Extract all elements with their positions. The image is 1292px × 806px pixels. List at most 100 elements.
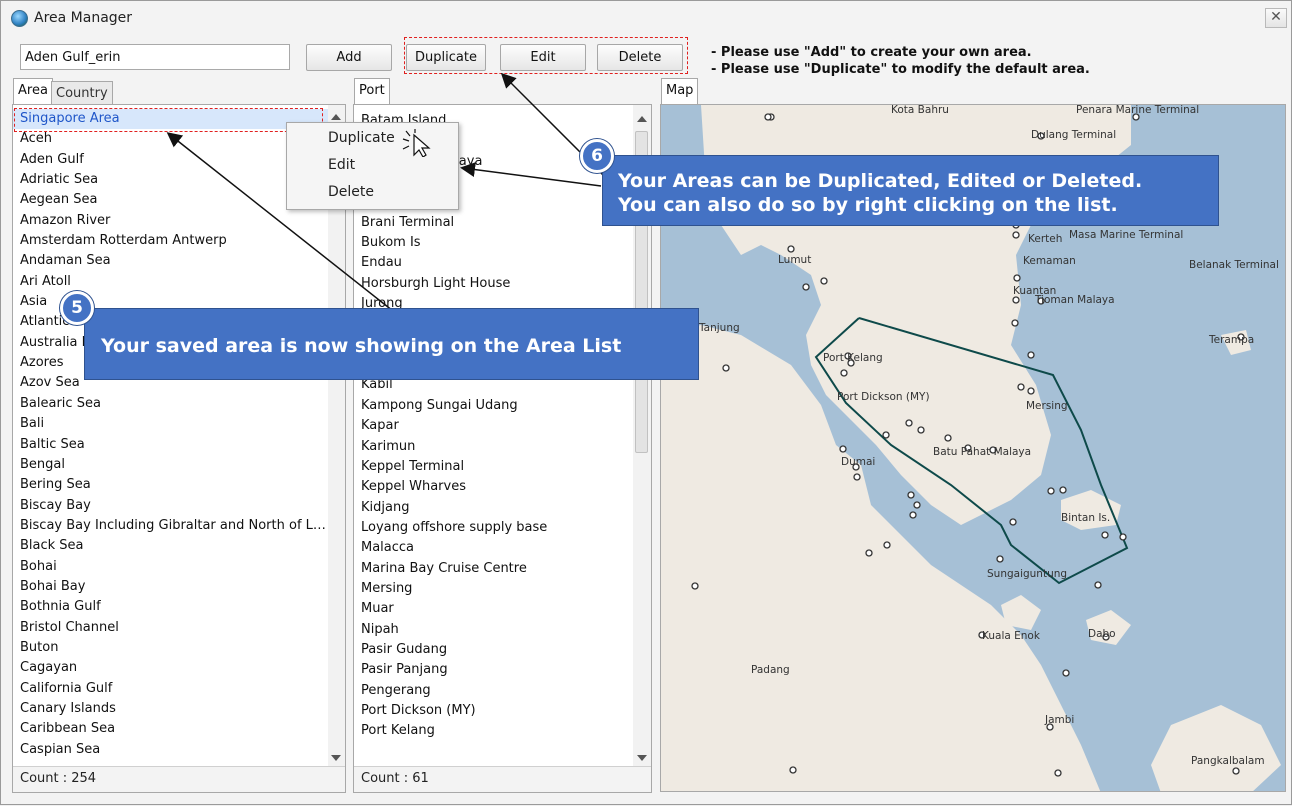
- port-marker[interactable]: [905, 419, 913, 427]
- area-list[interactable]: Singapore Area Aceh Aden Gulf Adriatic Sea A…: [13, 109, 328, 769]
- port-list-item[interactable]: Marina Bay Cruise Centre: [354, 559, 632, 579]
- context-menu-edit[interactable]: Edit: [328, 157, 355, 173]
- scroll-down-arrow-icon[interactable]: [331, 755, 341, 761]
- port-list-item[interactable]: Karimun: [354, 437, 632, 457]
- tab-area[interactable]: Area: [13, 78, 53, 105]
- area-list-item[interactable]: Black Sea: [13, 536, 328, 556]
- area-list-item[interactable]: Bohai Bay: [13, 577, 328, 597]
- area-list-item[interactable]: Canary Islands: [13, 699, 328, 719]
- area-list-item[interactable]: Biscay Bay Including Gibraltar and North…: [13, 516, 328, 536]
- port-marker[interactable]: [1101, 531, 1109, 539]
- port-marker[interactable]: [913, 501, 921, 509]
- port-marker[interactable]: [1059, 486, 1067, 494]
- close-button[interactable]: ✕: [1265, 8, 1287, 28]
- area-list-item[interactable]: Bristol Channel: [13, 618, 328, 638]
- port-marker[interactable]: [1011, 319, 1019, 327]
- port-marker[interactable]: [944, 434, 952, 442]
- port-marker[interactable]: [691, 582, 699, 590]
- port-marker[interactable]: [1017, 383, 1025, 391]
- port-marker[interactable]: [722, 364, 730, 372]
- port-marker[interactable]: [1094, 581, 1102, 589]
- tab-country[interactable]: Country: [51, 81, 113, 106]
- port-marker[interactable]: [883, 541, 891, 549]
- port-list-item[interactable]: Port Kelang: [354, 721, 632, 741]
- port-marker[interactable]: [1054, 769, 1062, 777]
- port-marker[interactable]: [865, 549, 873, 557]
- port-list-item[interactable]: Muar: [354, 599, 632, 619]
- scroll-up-arrow-icon[interactable]: [637, 116, 647, 122]
- area-list-item[interactable]: Bothnia Gulf: [13, 597, 328, 617]
- port-list-item[interactable]: Kampong Sungai Udang: [354, 396, 632, 416]
- add-button[interactable]: Add: [306, 44, 392, 71]
- area-list-item[interactable]: Adriatic Sea: [13, 170, 328, 190]
- area-list-item[interactable]: Buton: [13, 638, 328, 658]
- port-list-item[interactable]: Port Dickson (MY): [354, 701, 632, 721]
- area-list-item[interactable]: Biscay Bay: [13, 496, 328, 516]
- area-list-item[interactable]: Andaman Sea: [13, 251, 328, 271]
- port-marker[interactable]: [1012, 296, 1020, 304]
- area-list-item[interactable]: Caspian Sea: [13, 740, 328, 760]
- scroll-up-arrow-icon[interactable]: [331, 114, 341, 120]
- port-marker[interactable]: [917, 426, 925, 434]
- port-marker[interactable]: [996, 555, 1004, 563]
- area-list-item[interactable]: Ari Atoll: [13, 272, 328, 292]
- area-list-item[interactable]: Balearic Sea: [13, 394, 328, 414]
- area-name-input[interactable]: [20, 44, 290, 70]
- port-list-item[interactable]: Pengerang: [354, 681, 632, 701]
- port-marker[interactable]: [853, 473, 861, 481]
- area-list-item[interactable]: Aegean Sea: [13, 190, 328, 210]
- scroll-down-arrow-icon[interactable]: [637, 755, 647, 761]
- port-list-item[interactable]: Keppel Wharves: [354, 477, 632, 497]
- port-marker[interactable]: [882, 431, 890, 439]
- port-marker[interactable]: [802, 283, 810, 291]
- port-marker[interactable]: [820, 277, 828, 285]
- context-menu-duplicate[interactable]: Duplicate: [328, 130, 395, 146]
- tab-map[interactable]: Map: [661, 78, 699, 105]
- port-marker[interactable]: [839, 445, 847, 453]
- area-list-item[interactable]: Bering Sea: [13, 475, 328, 495]
- port-list-item[interactable]: Horsburgh Light House: [354, 274, 632, 294]
- port-marker[interactable]: [840, 369, 848, 377]
- map-place-label: Belanak Terminal: [1189, 259, 1279, 271]
- port-list-item[interactable]: Kapar: [354, 416, 632, 436]
- port-list-item[interactable]: Brani Terminal: [354, 213, 632, 233]
- port-marker[interactable]: [1119, 533, 1127, 541]
- port-marker[interactable]: [907, 491, 915, 499]
- context-menu-delete[interactable]: Delete: [328, 184, 374, 200]
- area-list-item[interactable]: California Gulf: [13, 679, 328, 699]
- area-list-item[interactable]: Bali: [13, 414, 328, 434]
- port-marker[interactable]: [1027, 351, 1035, 359]
- port-list-item[interactable]: Kidjang: [354, 498, 632, 518]
- port-marker[interactable]: [1013, 274, 1021, 282]
- port-list-item[interactable]: Pasir Panjang: [354, 660, 632, 680]
- area-list-item[interactable]: Caribbean Sea: [13, 719, 328, 739]
- port-marker[interactable]: [1047, 487, 1055, 495]
- port-marker[interactable]: [787, 245, 795, 253]
- port-marker[interactable]: [1027, 387, 1035, 395]
- area-list-item[interactable]: Bengal: [13, 455, 328, 475]
- port-marker[interactable]: [764, 113, 772, 121]
- port-list-item[interactable]: Nipah: [354, 620, 632, 640]
- port-list-item[interactable]: Endau: [354, 253, 632, 273]
- area-list-item[interactable]: Amsterdam Rotterdam Antwerp: [13, 231, 328, 251]
- port-list-item[interactable]: Bukom Is: [354, 233, 632, 253]
- port-marker[interactable]: [1232, 767, 1240, 775]
- port-marker[interactable]: [909, 511, 917, 519]
- port-marker[interactable]: [789, 766, 797, 774]
- port-marker[interactable]: [1012, 231, 1020, 239]
- port-marker[interactable]: [1062, 669, 1070, 677]
- port-list-item[interactable]: Pasir Gudang: [354, 640, 632, 660]
- area-list-item[interactable]: Bohai: [13, 557, 328, 577]
- hint-duplicate: - Please use "Duplicate" to modify the d…: [711, 62, 1090, 77]
- port-list-item[interactable]: Loyang offshore supply base: [354, 518, 632, 538]
- port-list-item[interactable]: Mersing: [354, 579, 632, 599]
- area-list-item[interactable]: Aden Gulf: [13, 150, 328, 170]
- area-list-item[interactable]: Amazon River: [13, 211, 328, 231]
- area-list-item[interactable]: Aceh: [13, 129, 328, 149]
- area-list-item[interactable]: Cagayan: [13, 658, 328, 678]
- area-list-item[interactable]: Baltic Sea: [13, 435, 328, 455]
- tab-port[interactable]: Port: [354, 78, 390, 105]
- port-list-item[interactable]: Keppel Terminal: [354, 457, 632, 477]
- port-marker[interactable]: [1009, 518, 1017, 526]
- port-list-item[interactable]: Malacca: [354, 538, 632, 558]
